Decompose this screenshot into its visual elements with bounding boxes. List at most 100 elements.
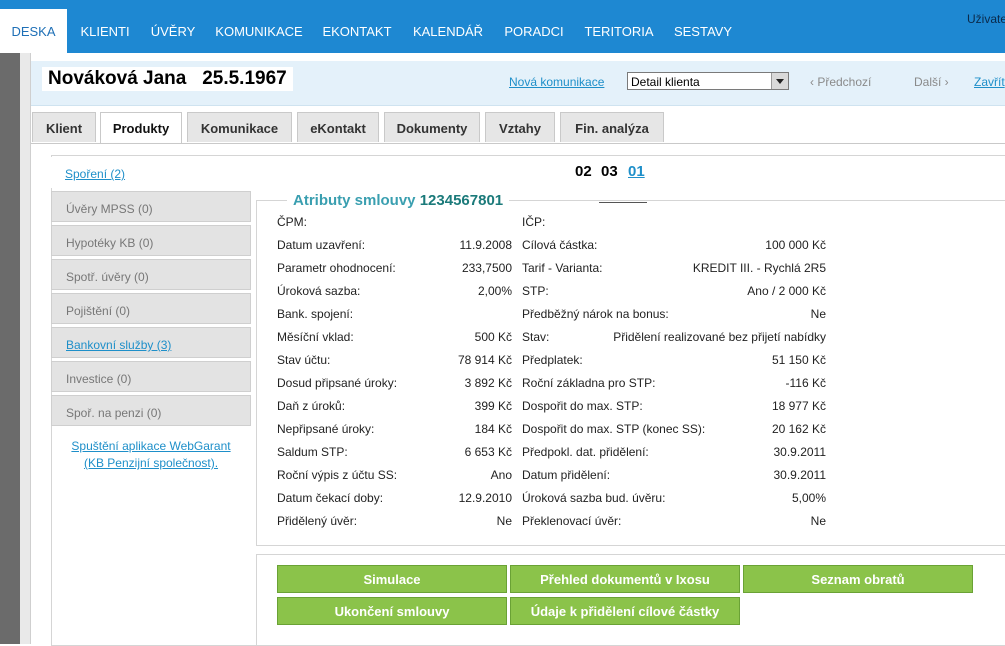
attr-right-label: Stav: [522,330,550,344]
attr-right-value: KREDIT III. - Rychlá 2R5 [692,261,826,275]
client-name: Nováková Jana 25.5.1967 [42,67,293,91]
nav-tab-klienti[interactable]: KLIENTI [74,0,136,53]
attr-right-label: Úroková sazba bud. úvěru: [522,491,666,505]
contract-page-02[interactable]: 02 [575,163,592,180]
attr-left-label: Přidělený úvěr: [277,514,358,528]
attr-left-value: 78 914 Kč [457,353,512,367]
attr-left-label: Datum uzavření: [277,238,366,252]
attr-left-label: Bank. spojení: [277,307,354,321]
sidebar-item-bankovni-sluzby[interactable]: Bankovní služby (3) [51,327,251,358]
tab-vztahy[interactable]: Vztahy [485,112,555,142]
client-fullname: Nováková Jana [48,68,187,89]
nav-tab-sestavy[interactable]: SESTAVY [670,0,736,53]
attr-right-value: 18 977 Kč [771,399,826,413]
contract-page-01[interactable]: 01 [628,163,645,180]
attr-right-value: Ne [810,514,826,528]
chevron-down-icon[interactable] [771,73,788,89]
previous-link[interactable]: ‹ Předchozí [810,75,871,89]
attr-right-value: 30.9.2011 [773,468,827,482]
user-label: Uživatel: [966,12,1005,26]
tab-ekontakt[interactable]: eKontakt [297,112,379,142]
attr-right-value: 51 150 Kč [771,353,826,367]
new-communication-link[interactable]: Nová komunikace [509,75,604,89]
sidebar-item-uvery-mpss[interactable]: Úvěry MPSS (0) [51,191,251,222]
view-select[interactable]: Detail klienta [627,72,789,90]
left-frame-shadow [20,53,31,644]
attr-right-label: Předplatek: [522,353,583,367]
attr-right-label: IČP: [522,215,546,229]
view-select-value: Detail klienta [631,75,700,89]
attr-left-label: Saldum STP: [277,445,348,459]
tab-klient[interactable]: Klient [32,112,96,142]
attr-left-value: 399 Kč [474,399,512,413]
attr-right-value: Přidělení realizované bez přijetí nabídk… [613,330,826,344]
turnover-list-button[interactable]: Seznam obratů [743,565,973,593]
nav-tab-poradci[interactable]: PORADCI [500,0,568,53]
tab-komunikace[interactable]: Komunikace [187,112,292,142]
tab-produkty[interactable]: Produkty [100,112,182,144]
attr-left-label: Roční výpis z účtu SS: [277,468,398,482]
attr-right-label: Tarif - Varianta: [522,261,603,275]
attr-right-value: 5,00% [791,491,826,505]
attr-left-label: Úroková sazba: [277,284,361,298]
attr-left-label: Stav účtu: [277,353,331,367]
attr-left-value: 11.9.2008 [459,238,513,252]
webgarant-link[interactable]: Spuštění aplikace WebGarant (KB Penzijní… [51,438,251,472]
top-navigation: DESKA KLIENTI ÚVĚRY KOMUNIKACE EKONTAKT … [0,0,1005,53]
attr-right-label: Dospořit do max. STP: [522,399,643,413]
attr-right-label: STP: [522,284,549,298]
terminate-contract-button[interactable]: Ukončení smlouvy [277,597,507,625]
attr-right-label: Překlenovací úvěr: [522,514,622,528]
nav-tab-deska[interactable]: DESKA [0,9,67,53]
next-link[interactable]: Další › [914,75,949,89]
attr-left-value: 3 892 Kč [464,376,512,390]
nav-tab-ekontakt[interactable]: EKONTAKT [319,0,395,53]
attr-left-label: Nepřipsané úroky: [277,422,375,436]
sidebar-item-pojisteni[interactable]: Pojištění (0) [51,293,251,324]
left-frame-bar [0,53,20,644]
sidebar-item-hypoteky-kb[interactable]: Hypotéky KB (0) [51,225,251,256]
nav-tab-teritoria[interactable]: TERITORIA [581,0,657,53]
contract-attributes-title: Atributy smlouvy 1234567801 [287,192,510,209]
nav-tab-uvery[interactable]: ÚVĚRY [146,0,200,53]
attr-right-value: 30.9.2011 [773,445,827,459]
attributes-title-label: Atributy smlouvy [293,192,416,209]
document-overview-button[interactable]: Přehled dokumentů v Ixosu [510,565,740,593]
sidebar-item-spor-na-penzi[interactable]: Spoř. na penzi (0) [51,395,251,426]
webgarant-link-line1: Spuštění aplikace WebGarant [71,439,231,453]
target-amount-allocation-button[interactable]: Údaje k přidělení cílové částky [510,597,740,625]
attr-left-value: 233,7500 [461,261,512,275]
attr-left-label: Daň z úroků: [277,399,346,413]
attr-left-value: 12.9.2010 [458,491,512,505]
close-link[interactable]: Zavřít [974,75,1005,89]
tab-fin-analyza[interactable]: Fin. analýza [560,112,664,142]
tab-dokumenty[interactable]: Dokumenty [384,112,480,142]
attr-right-label: Roční základna pro STP: [522,376,656,390]
attr-right-label: Předběžný nárok na bonus: [522,307,669,321]
attr-right-value: -116 Kč [785,376,826,390]
sidebar-item-sporeni[interactable]: Spoření (2) [51,157,251,188]
contract-number: 1234567801 [419,192,504,209]
attr-left-value: 6 653 Kč [464,445,512,459]
attr-left-value: Ne [496,514,512,528]
sidebar-item-spotr-uvery[interactable]: Spotř. úvěry (0) [51,259,251,290]
attr-left-value: 2,00% [477,284,512,298]
nav-tab-kalendar[interactable]: KALENDÁŘ [409,0,487,53]
nav-tab-komunikace[interactable]: KOMUNIKACE [213,0,305,53]
attr-left-label: Dosud připsané úroky: [277,376,398,390]
webgarant-link-line2: (KB Penzijní společnost). [83,456,219,470]
attr-left-label: ČPM: [277,215,307,229]
contract-page-03[interactable]: 03 [601,163,618,180]
tab-divider [31,143,1005,144]
simulace-button[interactable]: Simulace [277,565,507,593]
attr-left-value: Ano [490,468,512,482]
client-birthdate: 25.5.1967 [202,68,287,89]
attr-right-value: 20 162 Kč [771,422,826,436]
attr-right-label: Datum přidělení: [522,468,611,482]
attr-left-value: 500 Kč [474,330,512,344]
sidebar-item-investice[interactable]: Investice (0) [51,361,251,392]
attr-right-label: Cílová částka: [522,238,598,252]
attr-left-label: Parametr ohodnocení: [277,261,396,275]
attr-right-value: 100 000 Kč [765,238,826,252]
attr-right-label: Předpokl. dat. přidělení: [522,445,649,459]
